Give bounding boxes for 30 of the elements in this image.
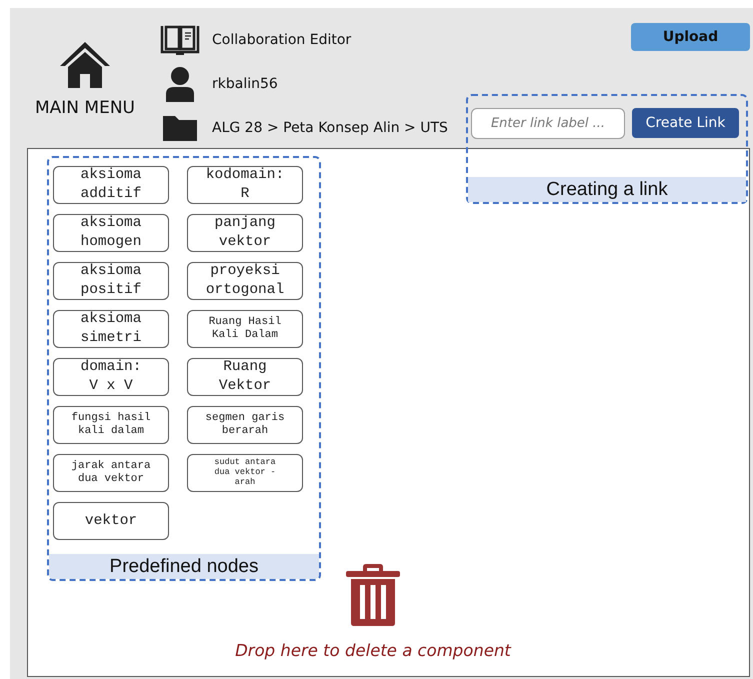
concept-node[interactable]: sudut antara dua vektor - arah	[187, 454, 303, 492]
concept-node[interactable]: fungsi hasil kali dalam	[53, 406, 169, 444]
concept-node[interactable]: kodomain: R	[187, 166, 303, 204]
breadcrumb[interactable]: ALG 28 > Peta Konsep Alin > UTS	[212, 120, 448, 136]
concept-node[interactable]: aksioma positif	[53, 262, 169, 300]
concept-node[interactable]: domain: V x V	[53, 358, 169, 396]
panel-caption: Predefined nodes	[49, 554, 319, 579]
editor-title: Collaboration Editor	[212, 32, 352, 48]
folder-icon	[160, 114, 200, 142]
panel-caption: Creating a link	[468, 177, 746, 202]
delete-hint: Drop here to delete a component	[235, 641, 511, 660]
link-label-field[interactable]: Enter link label ...	[471, 108, 625, 139]
concept-node[interactable]: Ruang Hasil Kali Dalam	[187, 310, 303, 348]
concept-node[interactable]: panjang vektor	[187, 214, 303, 252]
concept-node[interactable]: vektor	[53, 502, 169, 540]
concept-node[interactable]: Ruang Vektor	[187, 358, 303, 396]
upload-button[interactable]: Upload	[631, 23, 750, 51]
book-icon	[160, 24, 200, 56]
username: rkbalin56	[212, 76, 278, 92]
home-icon[interactable]	[58, 40, 112, 90]
concept-node[interactable]: aksioma homogen	[53, 214, 169, 252]
concept-node[interactable]: jarak antara dua vektor	[53, 454, 169, 492]
create-link-button[interactable]: Create Link	[632, 108, 739, 138]
editor-canvas[interactable]	[27, 148, 750, 677]
concept-node[interactable]: aksioma simetri	[53, 310, 169, 348]
concept-node[interactable]: proyeksi ortogonal	[187, 262, 303, 300]
concept-node[interactable]: aksioma additif	[53, 166, 169, 204]
main-menu-link[interactable]: MAIN MENU	[35, 98, 135, 118]
concept-node[interactable]: segmen garis berarah	[187, 406, 303, 444]
trash-icon	[346, 563, 400, 627]
